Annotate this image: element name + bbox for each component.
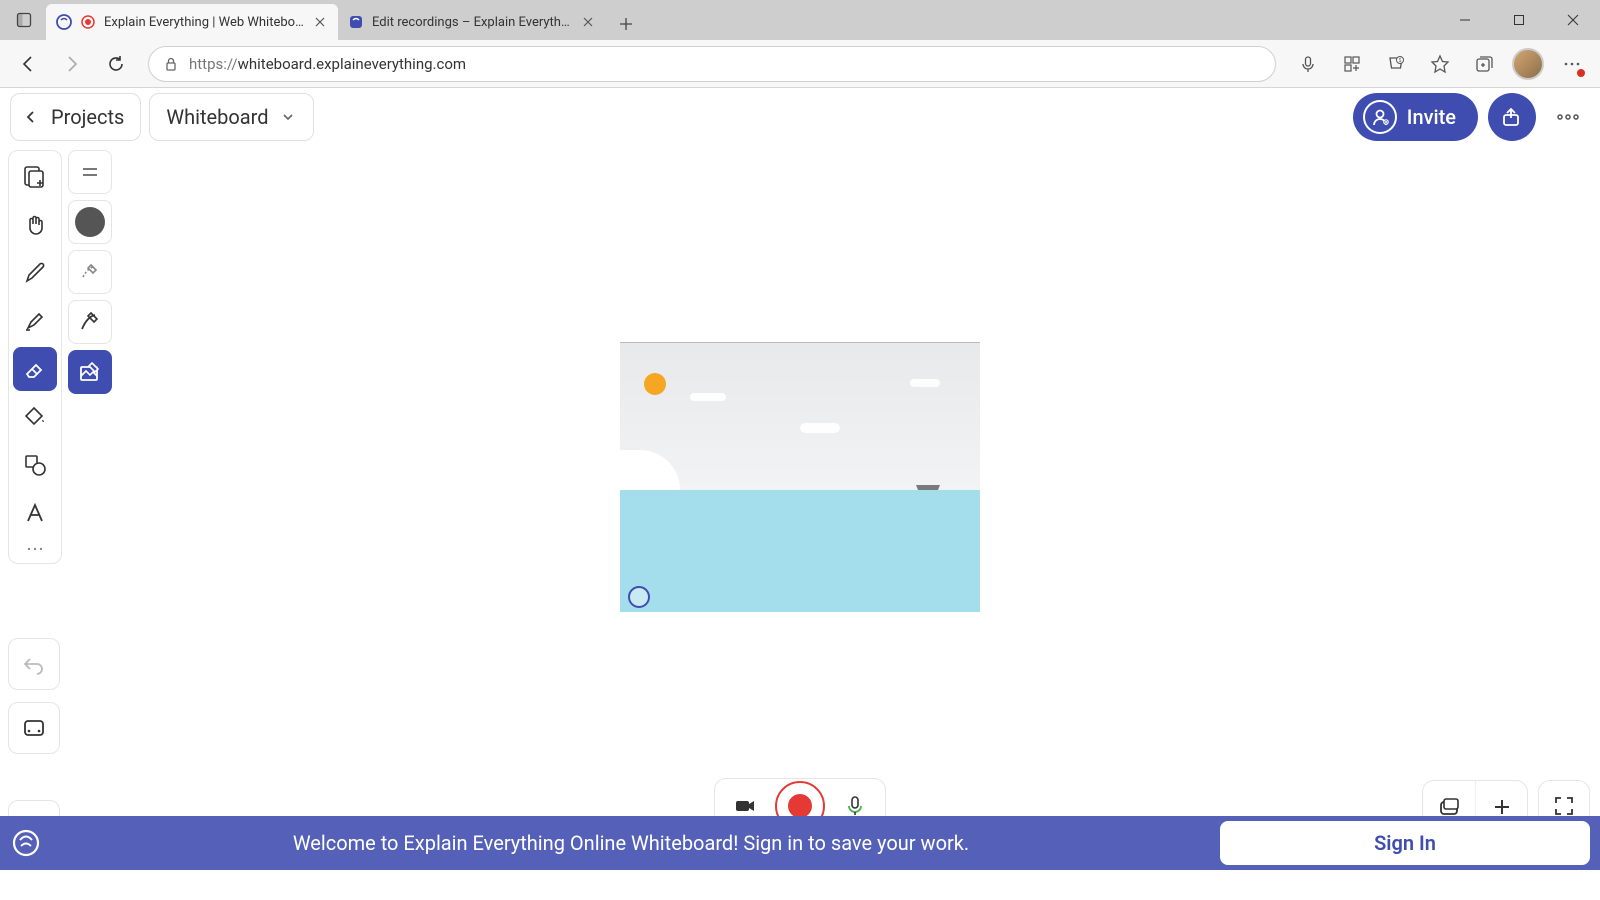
favicon-explaineverything-icon xyxy=(348,14,364,30)
shopping-icon[interactable]: $ xyxy=(1376,44,1416,84)
secondary-toolbar xyxy=(68,150,112,564)
document-name-dropdown[interactable]: Whiteboard xyxy=(149,93,313,141)
zoom-fit-button[interactable] xyxy=(8,702,60,754)
invite-person-icon xyxy=(1363,100,1397,134)
chevron-left-icon xyxy=(21,107,41,127)
window-controls xyxy=(1438,0,1600,40)
scene-sea xyxy=(620,490,980,612)
signin-button[interactable]: Sign In xyxy=(1220,821,1590,865)
document-name: Whiteboard xyxy=(166,105,268,129)
extensions-icon[interactable] xyxy=(1332,44,1372,84)
recording-indicator-icon xyxy=(80,14,96,30)
back-button[interactable] xyxy=(8,44,48,84)
erase-stroke-icon[interactable] xyxy=(68,300,112,344)
new-tab-button[interactable] xyxy=(610,8,642,40)
browser-tab-1[interactable]: Explain Everything | Web Whiteboard xyxy=(46,4,338,40)
tab-actions-icon[interactable] xyxy=(8,4,40,36)
address-bar[interactable]: https://whiteboard.explaineverything.com xyxy=(148,46,1276,82)
minimize-button[interactable] xyxy=(1438,0,1492,40)
browser-tab-2[interactable]: Edit recordings – Explain Everything xyxy=(338,4,606,40)
record-dot-icon xyxy=(788,794,812,818)
favorites-icon[interactable] xyxy=(1420,44,1460,84)
undo-button[interactable] xyxy=(8,638,60,690)
eraser-color-icon[interactable] xyxy=(68,200,112,244)
forward-button[interactable] xyxy=(52,44,92,84)
eraser-tool[interactable] xyxy=(13,347,57,391)
close-window-button[interactable] xyxy=(1546,0,1600,40)
voice-search-icon[interactable] xyxy=(1288,44,1328,84)
highlighter-tool[interactable] xyxy=(13,299,57,343)
options-lines-icon[interactable] xyxy=(68,150,112,194)
chevron-down-icon xyxy=(279,108,297,126)
profile-button[interactable] xyxy=(1508,44,1548,84)
favicon-explaineverything-icon xyxy=(56,14,72,30)
tab-title: Explain Everything | Web Whiteboard xyxy=(104,15,304,30)
settings-menu-icon[interactable] xyxy=(1552,44,1592,84)
app-header: Projects Whiteboard Invite xyxy=(0,88,1600,146)
canvas-image-scene[interactable] xyxy=(620,342,980,612)
erase-image-icon[interactable] xyxy=(68,350,112,394)
tab-close-icon[interactable] xyxy=(312,14,328,30)
signin-banner: Welcome to Explain Everything Online Whi… xyxy=(0,816,1600,870)
invite-label: Invite xyxy=(1407,105,1456,129)
scene-sky xyxy=(620,342,980,490)
url-text: https://whiteboard.explaineverything.com xyxy=(189,55,466,73)
projects-button[interactable]: Projects xyxy=(10,93,141,141)
hand-tool[interactable] xyxy=(13,203,57,247)
notification-badge xyxy=(1576,68,1586,78)
more-options-button[interactable] xyxy=(1546,95,1590,139)
more-tools-icon[interactable] xyxy=(13,539,57,559)
browser-tab-strip: Explain Everything | Web Whiteboard Edit… xyxy=(0,0,1600,40)
refresh-button[interactable] xyxy=(96,44,136,84)
explaineverything-logo-icon xyxy=(10,827,42,859)
eraser-cursor-icon xyxy=(628,586,650,608)
draw-tool[interactable] xyxy=(13,251,57,295)
primary-toolbar xyxy=(8,150,62,564)
banner-message: Welcome to Explain Everything Online Whi… xyxy=(58,831,1204,855)
scene-cloud xyxy=(910,379,940,387)
text-tool[interactable] xyxy=(13,491,57,535)
shape-tool[interactable] xyxy=(13,443,57,487)
app-viewport: Projects Whiteboard Invite xyxy=(0,88,1600,870)
scene-cloud xyxy=(800,423,840,433)
site-info-icon[interactable] xyxy=(163,56,179,72)
browser-toolbar: https://whiteboard.explaineverything.com… xyxy=(0,40,1600,88)
add-media-tool[interactable] xyxy=(13,155,57,199)
tab-title: Edit recordings – Explain Everything xyxy=(372,15,572,30)
maximize-button[interactable] xyxy=(1492,0,1546,40)
invite-button[interactable]: Invite xyxy=(1353,93,1478,141)
profile-avatar xyxy=(1512,48,1544,80)
projects-label: Projects xyxy=(51,105,124,129)
scene-sun xyxy=(644,373,666,395)
collections-icon[interactable] xyxy=(1464,44,1504,84)
fill-tool[interactable] xyxy=(13,395,57,439)
svg-text:$: $ xyxy=(1399,57,1402,64)
erase-partial-icon[interactable] xyxy=(68,250,112,294)
tab-close-icon[interactable] xyxy=(580,14,596,30)
scene-cloud xyxy=(690,393,726,401)
share-button[interactable] xyxy=(1488,93,1536,141)
